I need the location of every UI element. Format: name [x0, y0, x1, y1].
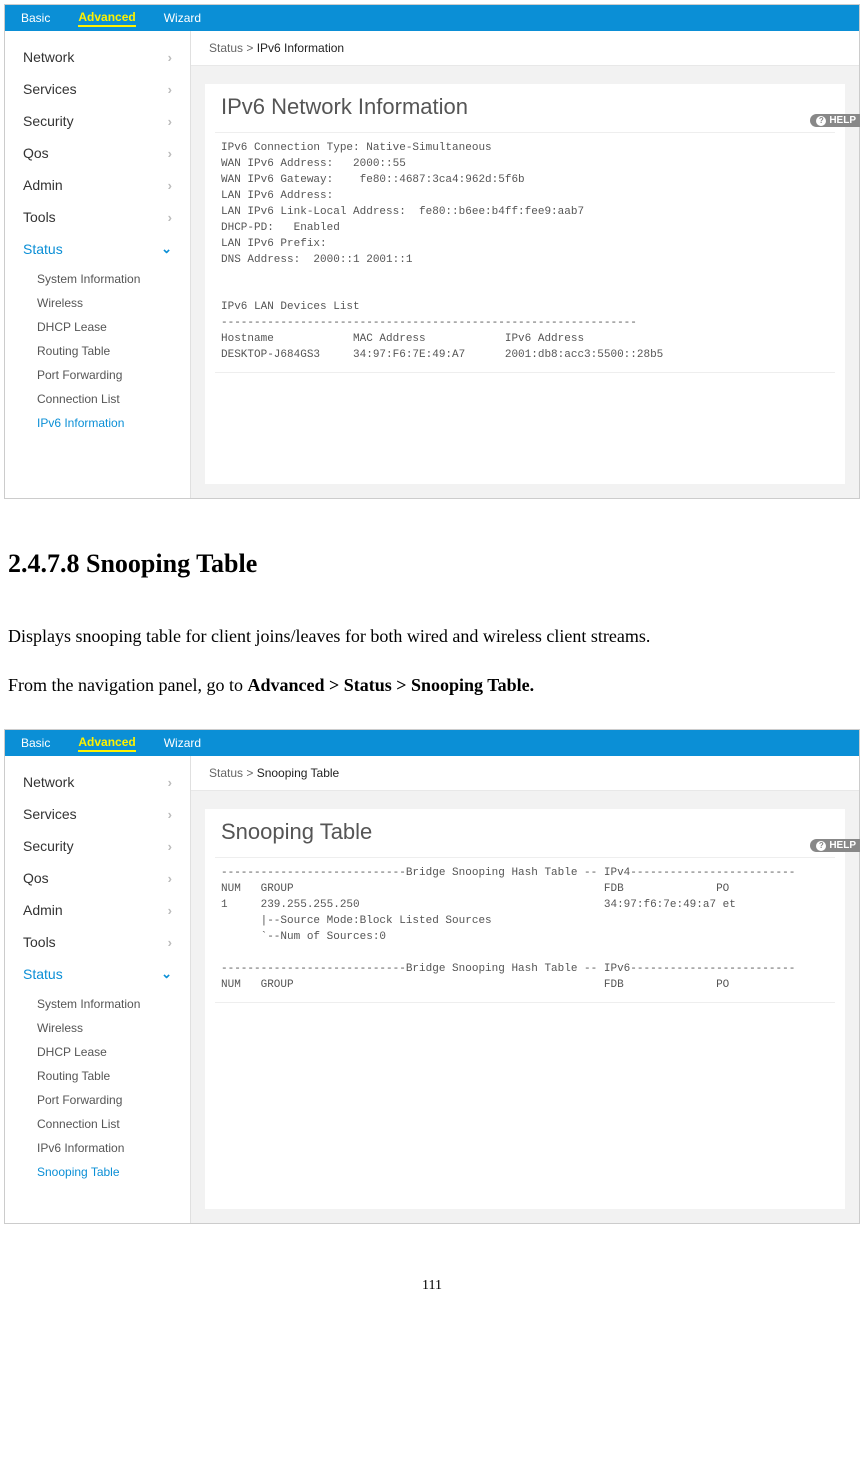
tab-basic[interactable]: Basic [21, 11, 50, 25]
sidebar-item-services[interactable]: Services › [5, 798, 190, 830]
sidebar-label: Tools [23, 934, 56, 950]
sidebar-item-network[interactable]: Network › [5, 41, 190, 73]
subnav: System Information Wireless DHCP Lease R… [5, 265, 190, 441]
sidebar-label: Qos [23, 145, 49, 161]
sidebar-item-services[interactable]: Services › [5, 73, 190, 105]
subnav-portfwd[interactable]: Port Forwarding [37, 1088, 190, 1112]
subnav-routing[interactable]: Routing Table [37, 1064, 190, 1088]
chevron-right-icon: › [168, 839, 172, 854]
sidebar-item-admin[interactable]: Admin › [5, 169, 190, 201]
chevron-right-icon: › [168, 775, 172, 790]
doc-heading: 2.4.7.8 Snooping Table [8, 549, 856, 579]
content-area: Status > Snooping Table ?HELP Snooping T… [191, 756, 859, 1223]
doc-p2-path: Advanced > Status > Snooping Table. [247, 675, 534, 695]
subnav: System Information Wireless DHCP Lease R… [5, 990, 190, 1190]
subnav-sysinfo[interactable]: System Information [37, 267, 190, 291]
tab-advanced[interactable]: Advanced [78, 735, 135, 752]
help-label: HELP [829, 840, 856, 851]
breadcrumb-prefix: Status > [209, 766, 257, 780]
tab-wizard[interactable]: Wizard [164, 736, 201, 750]
chevron-right-icon: › [168, 50, 172, 65]
subnav-ipv6[interactable]: IPv6 Information [37, 1136, 190, 1160]
ipv6-info-text: IPv6 Connection Type: Native-Simultaneou… [215, 133, 835, 373]
top-nav: Basic Advanced Wizard [5, 730, 859, 756]
breadcrumb: Status > IPv6 Information [191, 31, 859, 66]
tab-advanced[interactable]: Advanced [78, 10, 135, 27]
breadcrumb-current: IPv6 Information [257, 41, 344, 55]
screenshot-ipv6-info: Basic Advanced Wizard Network › Services ›… [4, 4, 860, 499]
subnav-portfwd[interactable]: Port Forwarding [37, 363, 190, 387]
doc-paragraph-2: From the navigation panel, go to Advance… [8, 664, 856, 707]
question-icon: ? [816, 841, 826, 851]
sidebar-label: Network [23, 774, 74, 790]
help-label: HELP [829, 115, 856, 126]
chevron-right-icon: › [168, 146, 172, 161]
subnav-ipv6[interactable]: IPv6 Information [37, 411, 190, 435]
chevron-right-icon: › [168, 935, 172, 950]
sidebar-item-status[interactable]: Status ⌄ [5, 958, 190, 990]
panel-title: Snooping Table [215, 815, 835, 858]
chevron-right-icon: › [168, 871, 172, 886]
chevron-right-icon: › [168, 82, 172, 97]
subnav-snooping[interactable]: Snooping Table [37, 1160, 190, 1184]
subnav-routing[interactable]: Routing Table [37, 339, 190, 363]
sidebar-item-network[interactable]: Network › [5, 766, 190, 798]
sidebar: Network › Services › Security › Qos › Admin ›… [5, 756, 191, 1223]
breadcrumb-prefix: Status > [209, 41, 257, 55]
help-button[interactable]: ?HELP [810, 114, 860, 127]
sidebar-item-tools[interactable]: Tools › [5, 201, 190, 233]
panel-ipv6: ?HELP IPv6 Network Information IPv6 Conn… [205, 84, 845, 484]
sidebar-label: Network [23, 49, 74, 65]
sidebar-label: Admin [23, 902, 63, 918]
page-number: 111 [0, 1244, 864, 1312]
breadcrumb-current: Snooping Table [257, 766, 340, 780]
tab-basic[interactable]: Basic [21, 736, 50, 750]
sidebar-item-admin[interactable]: Admin › [5, 894, 190, 926]
top-nav: Basic Advanced Wizard [5, 5, 859, 31]
content-area: Status > IPv6 Information ?HELP IPv6 Net… [191, 31, 859, 498]
sidebar-item-status[interactable]: Status ⌄ [5, 233, 190, 265]
subnav-dhcp[interactable]: DHCP Lease [37, 1040, 190, 1064]
chevron-right-icon: › [168, 807, 172, 822]
panel-snooping: ?HELP Snooping Table -------------------… [205, 809, 845, 1209]
subnav-connlist[interactable]: Connection List [37, 1112, 190, 1136]
screenshot-snooping: Basic Advanced Wizard Network › Services ›… [4, 729, 860, 1224]
help-button[interactable]: ?HELP [810, 839, 860, 852]
question-icon: ? [816, 116, 826, 126]
breadcrumb: Status > Snooping Table [191, 756, 859, 791]
sidebar-label: Security [23, 113, 74, 129]
sidebar-label: Security [23, 838, 74, 854]
snooping-table-text: ----------------------------Bridge Snoop… [215, 858, 835, 1003]
sidebar-label: Status [23, 241, 63, 257]
sidebar-item-security[interactable]: Security › [5, 830, 190, 862]
panel-title: IPv6 Network Information [215, 90, 835, 133]
sidebar-item-tools[interactable]: Tools › [5, 926, 190, 958]
subnav-wireless[interactable]: Wireless [37, 1016, 190, 1040]
sidebar-label: Tools [23, 209, 56, 225]
tab-wizard[interactable]: Wizard [164, 11, 201, 25]
subnav-wireless[interactable]: Wireless [37, 291, 190, 315]
chevron-right-icon: › [168, 178, 172, 193]
subnav-sysinfo[interactable]: System Information [37, 992, 190, 1016]
sidebar-item-security[interactable]: Security › [5, 105, 190, 137]
sidebar-item-qos[interactable]: Qos › [5, 137, 190, 169]
sidebar: Network › Services › Security › Qos › Admin ›… [5, 31, 191, 498]
sidebar-label: Admin [23, 177, 63, 193]
subnav-connlist[interactable]: Connection List [37, 387, 190, 411]
chevron-right-icon: › [168, 903, 172, 918]
sidebar-label: Services [23, 806, 77, 822]
chevron-down-icon: ⌄ [161, 966, 172, 982]
chevron-down-icon: ⌄ [161, 241, 172, 257]
sidebar-label: Services [23, 81, 77, 97]
subnav-dhcp[interactable]: DHCP Lease [37, 315, 190, 339]
doc-body: 2.4.7.8 Snooping Table Displays snooping… [0, 519, 864, 707]
sidebar-label: Qos [23, 870, 49, 886]
doc-paragraph-1: Displays snooping table for client joins… [8, 615, 856, 658]
sidebar-item-qos[interactable]: Qos › [5, 862, 190, 894]
sidebar-label: Status [23, 966, 63, 982]
chevron-right-icon: › [168, 210, 172, 225]
chevron-right-icon: › [168, 114, 172, 129]
doc-p2-prefix: From the navigation panel, go to [8, 675, 247, 695]
